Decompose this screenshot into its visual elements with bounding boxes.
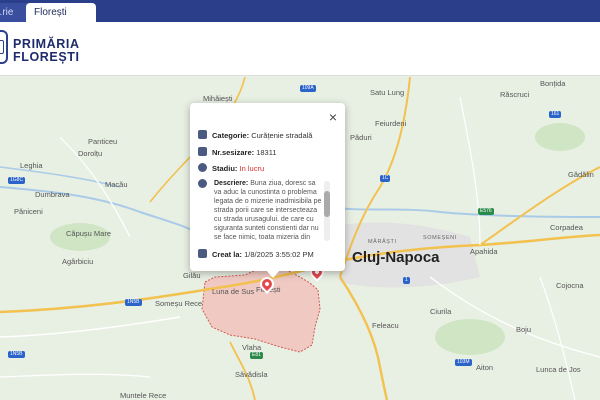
- place-dumbrava: Dumbrava: [35, 190, 70, 199]
- road-103m: 103M: [455, 359, 472, 366]
- popup-nr-row: Nr.sesizare: 18311: [198, 147, 277, 157]
- popup-descriere-row: [198, 179, 212, 189]
- place-luna-de-sus: Luna de Sus: [212, 287, 255, 296]
- crest-icon: [0, 30, 8, 64]
- area-someseni: SOMEȘENI: [423, 235, 457, 241]
- place-vlaha: Vlaha: [242, 343, 262, 352]
- place-feiurdeni: Feiurdeni: [375, 119, 407, 128]
- city-label: Cluj-Napoca: [352, 249, 440, 266]
- descriere-value: Buna ziua, doresc sa va aduc la cunostin…: [214, 180, 322, 241]
- place-dorolt: Dorolțu: [78, 149, 103, 158]
- stadiu-value: In lucru: [239, 164, 265, 173]
- popup-stadiu-row: Stadiu: In lucru: [198, 163, 264, 173]
- road-107p: 1N5B: [8, 351, 25, 358]
- popup-pointer: [266, 270, 280, 278]
- place-panticeu: Panticeu: [88, 137, 118, 146]
- place-muntele-rece: Muntele Rece: [120, 391, 167, 400]
- place-rascruci: Răscruci: [500, 90, 530, 99]
- creat-label: Creat la:: [212, 250, 243, 259]
- nr-sesizare-label: Nr.sesizare:: [212, 148, 255, 157]
- tab-floresti-digital[interactable]: Florești Digital: [26, 3, 96, 37]
- calendar-icon: [198, 249, 207, 258]
- place-leghia: Leghia: [20, 161, 43, 170]
- report-popup: × Categorie: Curățenie stradală Nr.sesiz…: [190, 103, 345, 271]
- place-feleacu: Feleacu: [372, 321, 399, 330]
- descriere-text: Descriere: Buna ziua, doresc sa va aduc …: [214, 179, 322, 243]
- descriere-label: Descriere:: [214, 180, 249, 187]
- place-gilau: Gilău: [183, 271, 201, 280]
- place-bontida: Bonțida: [540, 79, 566, 88]
- place-ciurila: Ciurila: [430, 307, 452, 316]
- place-satu-lung: Satu Lung: [370, 88, 405, 97]
- descriere-scrollbar[interactable]: [324, 181, 330, 241]
- place-boju: Boju: [516, 325, 532, 334]
- scrollbar-thumb[interactable]: [324, 191, 330, 217]
- categorie-value: Curățenie stradală: [251, 131, 313, 140]
- road-e81: E81: [250, 352, 263, 359]
- place-somesu-rece: Someșu Rece: [155, 299, 203, 308]
- popup-categorie-row: Categorie: Curățenie stradală: [198, 130, 312, 140]
- road-161: 161: [549, 111, 562, 118]
- category-icon: [198, 130, 207, 139]
- creat-value: 1/8/2025 3:55:02 PM: [244, 250, 314, 259]
- place-macau: Macău: [105, 180, 128, 189]
- nr-sesizare-value: 18311: [256, 148, 277, 157]
- popup-creat-row: Creat la: 1/8/2025 3:55:02 PM: [198, 249, 314, 259]
- place-cojocna: Cojocna: [556, 281, 584, 290]
- place-aiton: Aiton: [476, 363, 494, 372]
- place-gadalin: Gădălin: [568, 170, 594, 179]
- place-paduri: Păduri: [350, 133, 372, 142]
- road-e576: E576: [478, 208, 494, 215]
- site-logo[interactable]: PRIMĂRIA FLOREȘTI: [13, 38, 80, 64]
- place-paniceni: Păniceni: [14, 207, 43, 216]
- area-marasti: MĂRĂȘTI: [368, 239, 397, 245]
- place-lunca-de-jos: Lunca de Jos: [536, 365, 581, 374]
- logo-line-2: FLOREȘTI: [13, 50, 80, 64]
- info-icon: [198, 179, 207, 188]
- road-1c: 1C: [380, 175, 391, 182]
- place-corpadea: Corpadea: [550, 223, 583, 232]
- help-icon: [198, 163, 207, 172]
- road-103g: 1: [403, 277, 410, 284]
- place-agarbiciu: Agârbiciu: [62, 257, 94, 266]
- document-icon: [198, 147, 207, 156]
- place-mihaiesti: Mihăiești: [203, 94, 233, 103]
- categorie-label: Categorie:: [212, 131, 250, 140]
- road-107p-2: 1N5B: [125, 299, 142, 306]
- place-apahida: Apahida: [470, 247, 498, 256]
- stadiu-label: Stadiu:: [212, 164, 238, 173]
- tab-bar: ...rie Florești Digital: [0, 0, 600, 37]
- road-109a: 109A: [300, 85, 316, 92]
- road-1g8c: 1G8C: [8, 177, 26, 184]
- site-header: PRIMĂRIA FLOREȘTI: [0, 22, 600, 76]
- place-capusu-mare: Căpușu Mare: [66, 229, 112, 238]
- close-icon[interactable]: ×: [329, 109, 337, 125]
- place-savadisla: Săvădisla: [235, 370, 268, 379]
